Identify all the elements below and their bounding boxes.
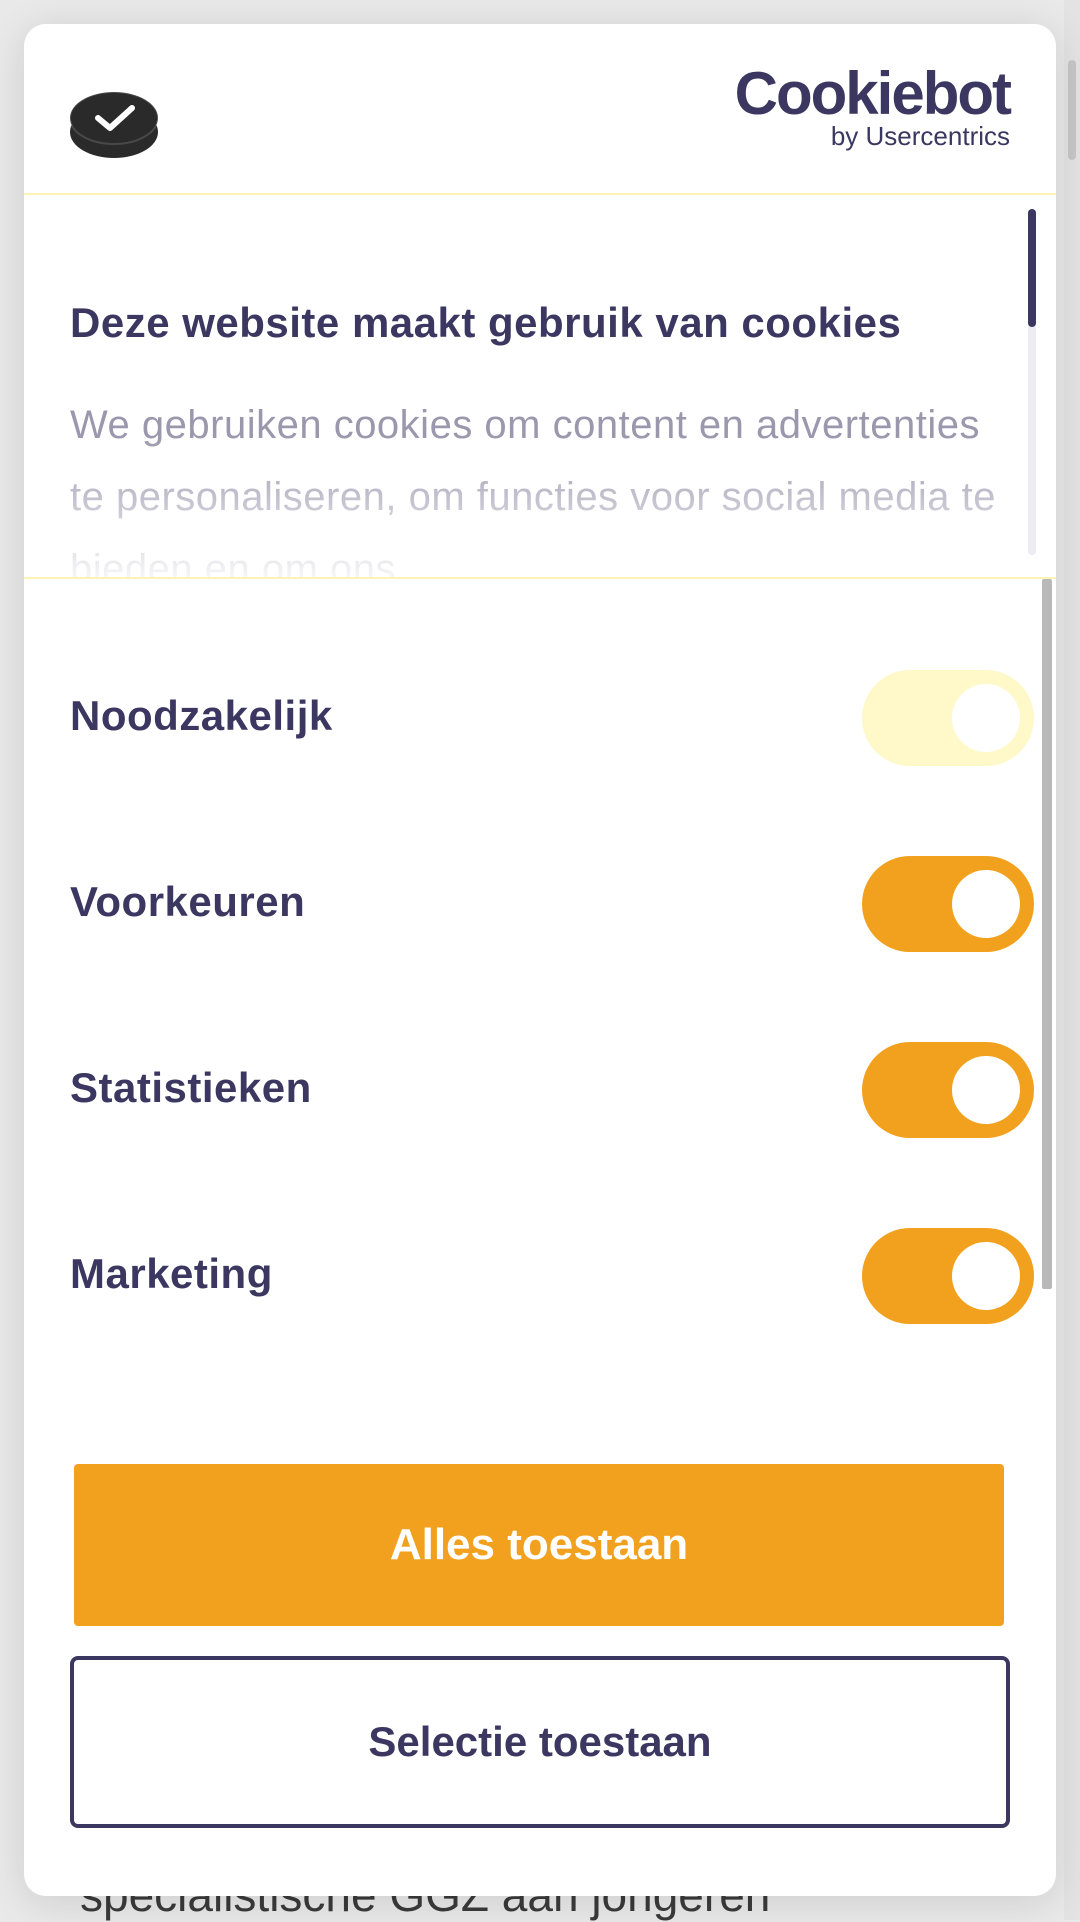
allow-selection-button[interactable]: Selectie toestaan: [70, 1656, 1010, 1828]
toggle-knob: [952, 684, 1020, 752]
toggle-knob: [952, 1056, 1020, 1124]
description-scrollbar[interactable]: [1028, 209, 1036, 555]
toggle-row-preferences: Voorkeuren: [70, 856, 1034, 952]
toggle-label-necessary: Noodzakelijk: [70, 692, 333, 739]
toggle-label-marketing: Marketing: [70, 1250, 273, 1297]
toggle-label-statistics: Statistieken: [70, 1064, 312, 1111]
toggle-knob: [952, 1242, 1020, 1310]
cookie-consent-dialog: Cookiebot by Usercentrics Deze website m…: [24, 24, 1056, 1896]
cookiebot-logo: Cookiebot by Usercentrics: [734, 60, 1012, 151]
page-scrollbar[interactable]: [1064, 0, 1080, 1920]
toggle-preferences[interactable]: [862, 856, 1034, 952]
toggle-row-statistics: Statistieken: [70, 1042, 1034, 1138]
description-fade: [24, 435, 1056, 579]
toggle-statistics[interactable]: [862, 1042, 1034, 1138]
brand-name: Cookiebot: [734, 60, 1012, 127]
toggle-row-marketing: Marketing: [70, 1228, 1034, 1324]
toggle-label-preferences: Voorkeuren: [70, 878, 306, 925]
dialog-header: Cookiebot by Usercentrics: [24, 24, 1056, 192]
allow-all-button[interactable]: Alles toestaan: [74, 1464, 1004, 1626]
toggle-knob: [952, 870, 1020, 938]
toggle-necessary: [862, 670, 1034, 766]
description-scrollbar-thumb[interactable]: [1028, 209, 1036, 327]
dialog-scrollbar[interactable]: [1042, 579, 1052, 1289]
toggle-marketing[interactable]: [862, 1228, 1034, 1324]
description-area[interactable]: Deze website maakt gebruik van cookies W…: [24, 195, 1056, 579]
toggle-row-necessary: Noodzakelijk: [70, 670, 1034, 766]
dialog-title: Deze website maakt gebruik van cookies: [70, 299, 902, 346]
page-scrollbar-thumb[interactable]: [1068, 60, 1076, 160]
description-divider: [24, 577, 1056, 579]
check-coin-icon: [69, 91, 159, 158]
